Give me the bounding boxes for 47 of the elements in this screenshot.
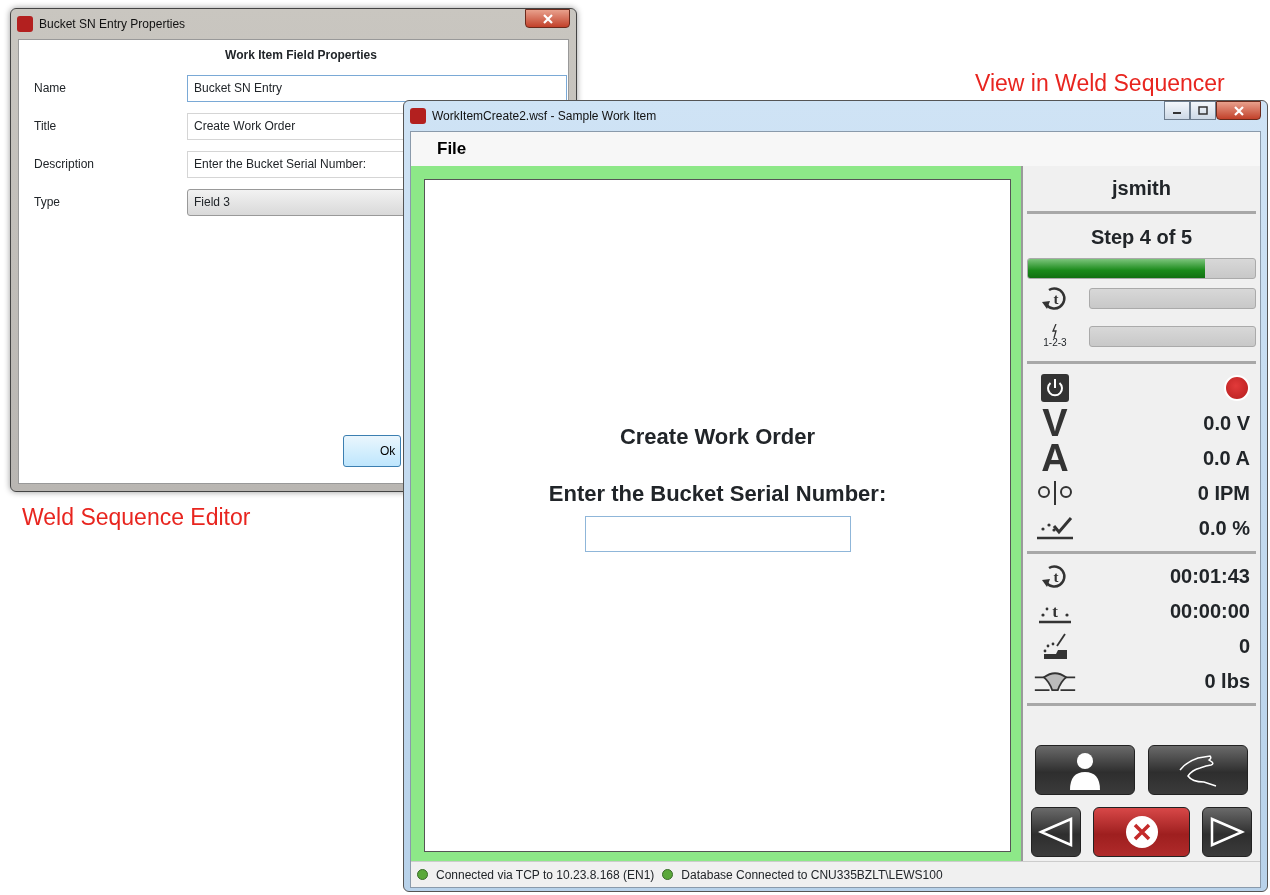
close-icon [541,13,554,24]
next-button[interactable] [1202,807,1252,857]
manual-button[interactable] [1148,745,1248,795]
serial-number-field[interactable] [584,515,851,552]
field-label: Description [34,156,96,173]
reading-value: 0.0 V [1203,410,1250,436]
close-button[interactable] [1216,101,1261,120]
maximize-icon [1198,106,1208,115]
maximize-button[interactable] [1190,101,1216,120]
cancel-button[interactable] [1093,807,1190,857]
left-triangle-icon [1038,817,1074,847]
counter-value: 0 [1238,633,1250,659]
app-icon [410,108,426,124]
status-text: Connected via TCP to 10.23.8.168 (EN1) [436,866,655,884]
status-text: Database Connected to CNU335BZLT\LEWS100 [681,866,943,884]
lightning-icon [1051,324,1059,338]
deposition-icon [1035,514,1075,541]
reading-value: 0.0 % [1198,515,1250,541]
reading-value: 0 IPM [1197,480,1250,506]
field-label: Name [34,80,67,97]
sequence-label: 1-2-3 [1043,338,1067,348]
close-icon [1232,105,1245,116]
annotation-label: Weld Sequence Editor [22,503,251,532]
close-button[interactable] [525,9,570,28]
field-label: Type [34,194,61,211]
prompt-text: Enter the Bucket Serial Number: [548,479,887,508]
counter-value: 00:01:43 [1169,563,1250,589]
text-field[interactable]: Bucket SN Entry [187,74,567,102]
step-counter: Step 4 of 5 [1089,225,1194,250]
counter-value: 00:00:00 [1169,598,1250,624]
app-icon [17,16,33,32]
previous-button[interactable] [1031,807,1081,857]
window-title: Bucket SN Entry Properties [39,16,186,33]
operator-button[interactable] [1035,745,1135,795]
power-icon [1041,373,1069,402]
field-label: Title [34,118,58,135]
counter-value: 0 lbs [1204,668,1250,694]
user-name: jsmith [1110,176,1172,201]
form-heading: Work Item Field Properties [224,47,378,64]
wire-feed-icon [1037,478,1073,507]
right-triangle-icon [1209,817,1245,847]
close-icon [1124,815,1159,849]
annotation-label: View in Weld Sequencer [975,69,1225,98]
prompt-title: Create Work Order [619,422,816,451]
minimize-button[interactable] [1164,101,1190,120]
reading-value: 0.0 A [1202,445,1250,471]
ok-button[interactable]: Ok [343,435,401,467]
